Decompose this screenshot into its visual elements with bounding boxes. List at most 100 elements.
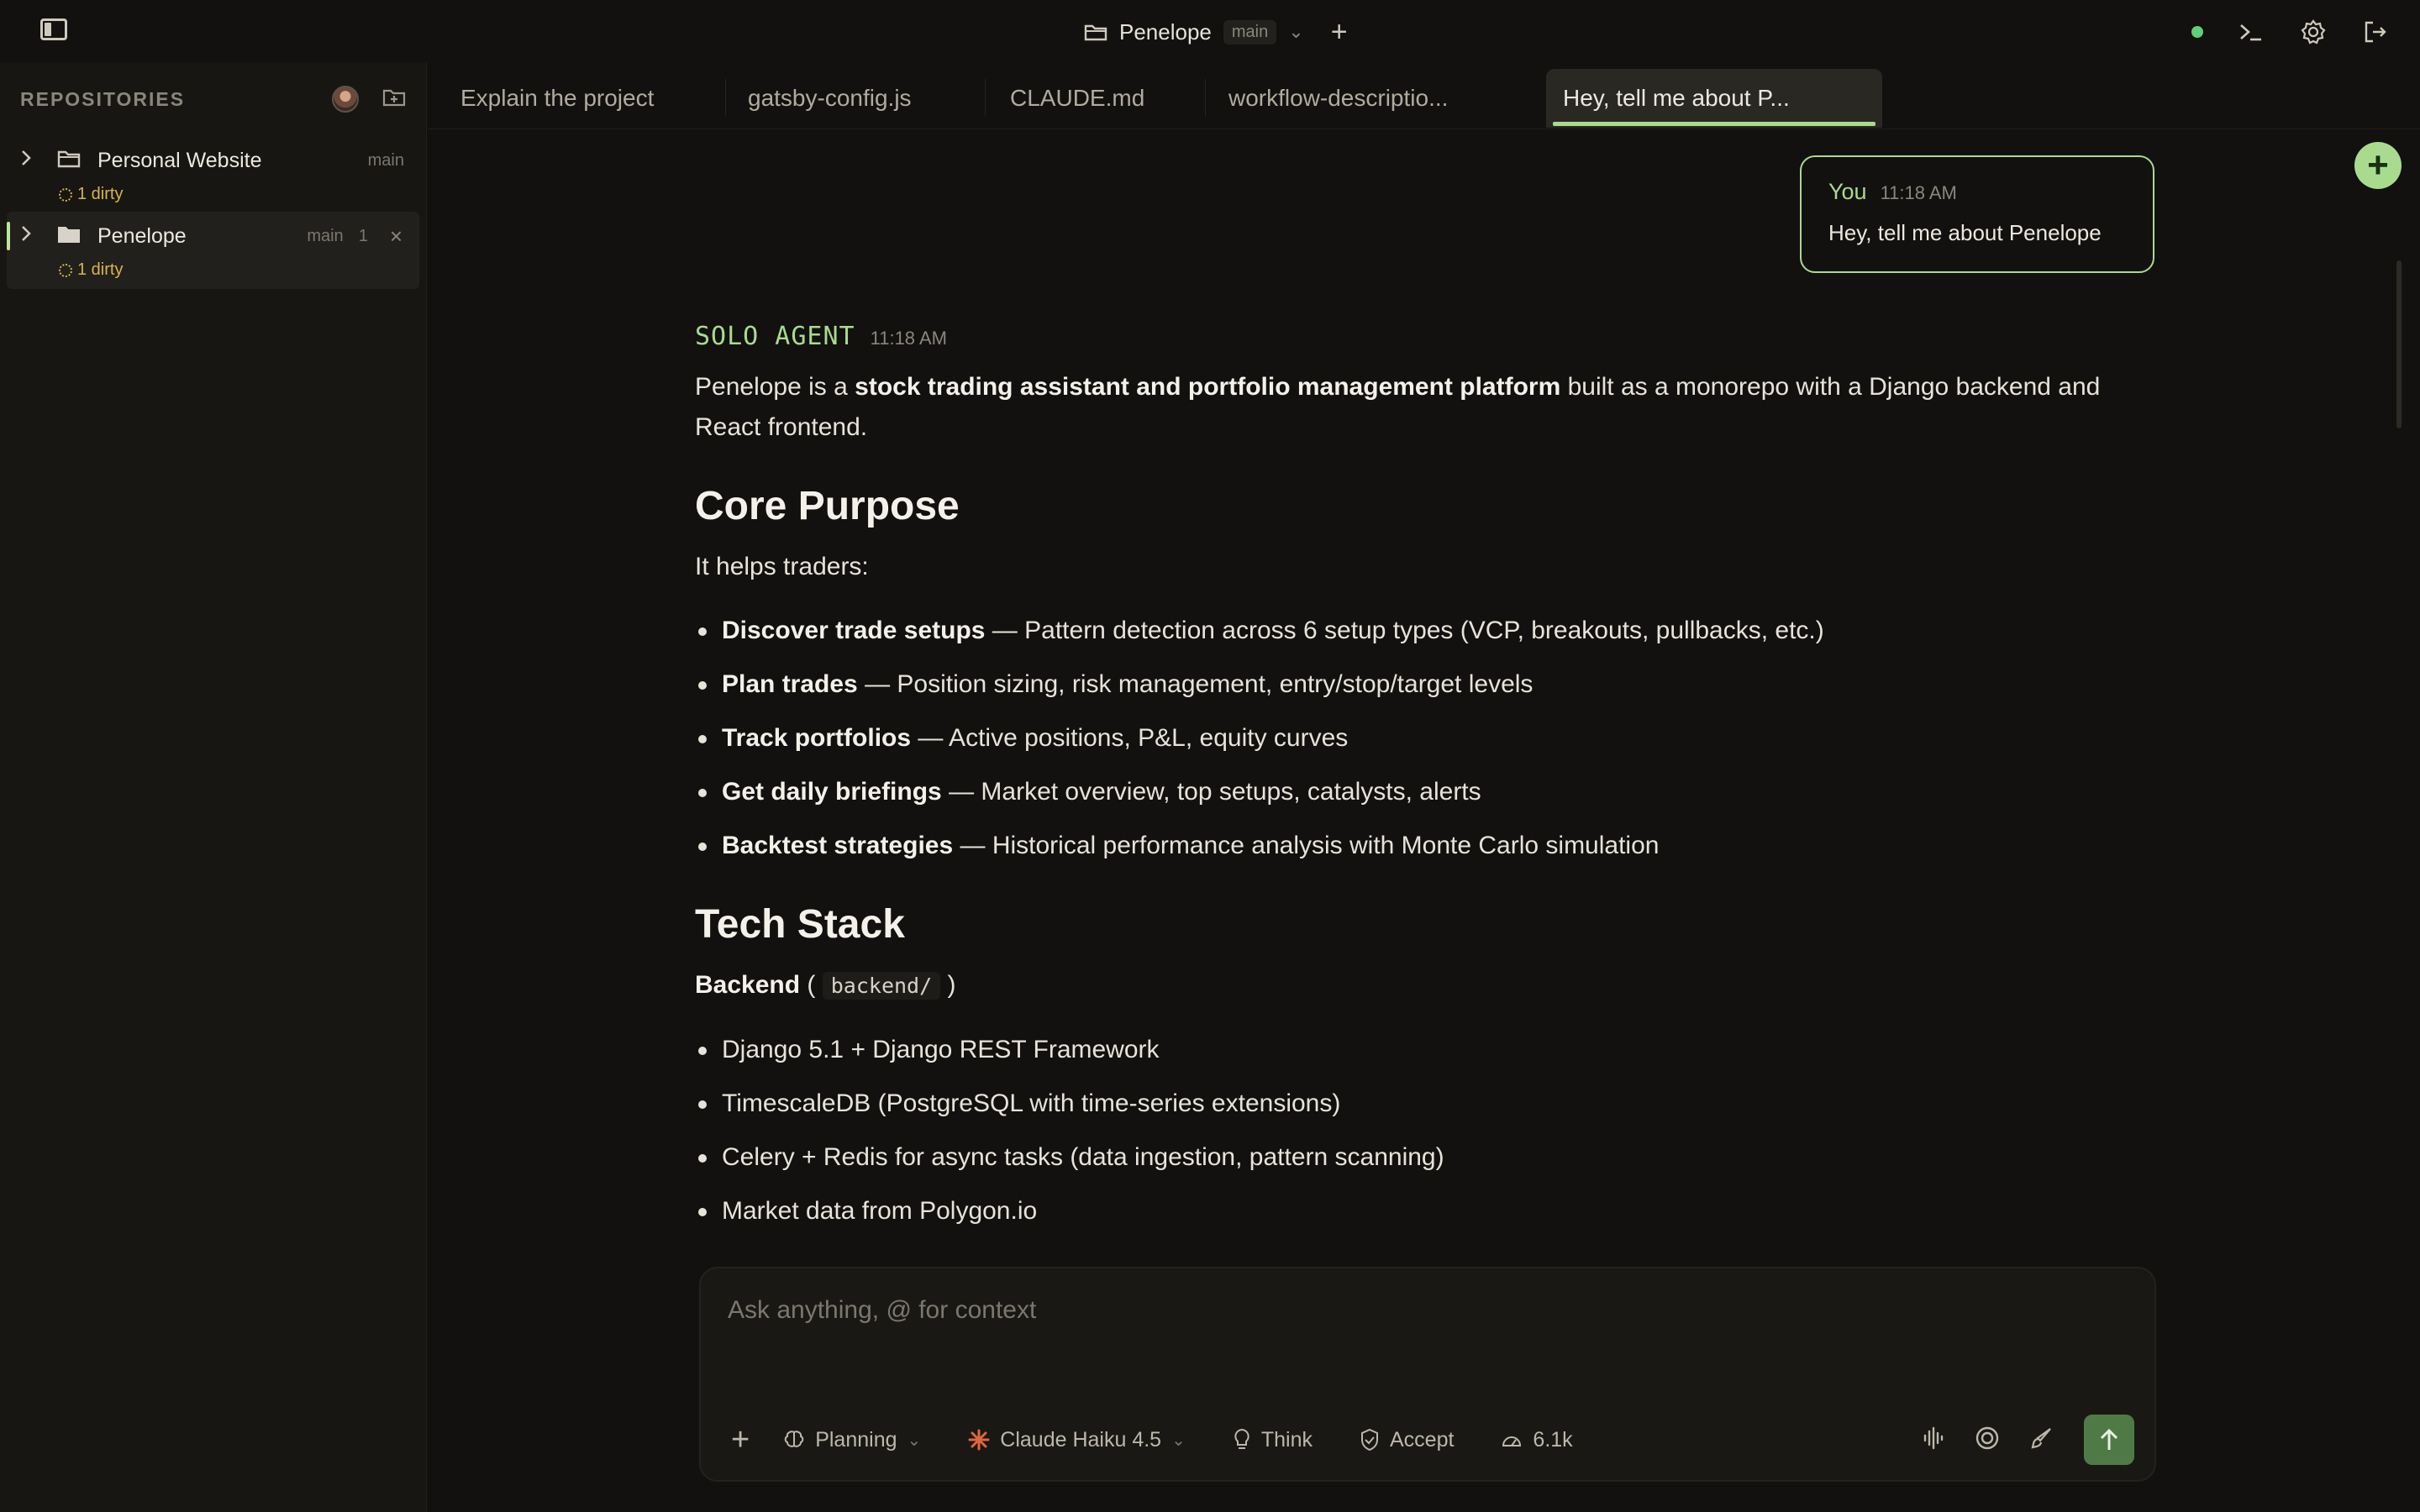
- add-project-button[interactable]: +: [1331, 16, 1348, 49]
- dirty-spinner-icon: [59, 187, 72, 202]
- item-bold: Backtest strategies: [722, 832, 954, 859]
- token-usage[interactable]: 6.1k: [1501, 1427, 1573, 1452]
- repo-dirty-status: 1 dirty: [59, 260, 123, 280]
- item-text: — Historical performance analysis with M…: [953, 832, 1660, 859]
- repositories-header: REPOSITORIES: [20, 84, 406, 114]
- backend-heading: Backend ( backend/ ): [695, 965, 2140, 1006]
- user-label: You: [1828, 179, 1867, 204]
- think-label: Think: [1260, 1427, 1313, 1452]
- repo-branch: main: [307, 226, 344, 245]
- gauge-icon: [1502, 1436, 1522, 1446]
- list-item: TimescaleDB (PostgreSQL with time-series…: [695, 1084, 2140, 1124]
- arrow-up-icon: [2100, 1428, 2118, 1450]
- repo-name: Penelope: [97, 223, 187, 248]
- brain-icon: [784, 1431, 804, 1447]
- folder-icon: [1084, 23, 1107, 41]
- mode-selector[interactable]: Planning ⌄: [783, 1428, 921, 1452]
- list-item: Backtest strategies — Historical perform…: [695, 826, 2140, 866]
- status-dot-icon: [2191, 26, 2203, 38]
- backend-label: Backend: [695, 971, 801, 999]
- terminal-icon[interactable]: [2237, 18, 2265, 46]
- intro-text: Penelope is a: [695, 373, 855, 401]
- item-text: — Position sizing, risk management, entr…: [857, 670, 1534, 698]
- chevron-right-icon[interactable]: [20, 149, 45, 172]
- tab-separator: [985, 79, 986, 116]
- chevron-right-icon[interactable]: [20, 224, 45, 248]
- item-bold: Get daily briefings: [722, 778, 942, 806]
- backend-list: Django 5.1 + Django REST Framework Times…: [695, 1030, 2140, 1231]
- gear-icon[interactable]: [2299, 18, 2328, 46]
- item-bold: Track portfolios: [722, 724, 912, 752]
- list-item: Track portfolios — Active positions, P&L…: [695, 718, 2140, 759]
- repo-item-penelope[interactable]: Penelope main 1 × 1 dirty: [7, 212, 419, 289]
- folder-icon: [57, 150, 81, 172]
- repo-item-personal-website[interactable]: Personal Website main 1 dirty: [7, 136, 419, 213]
- top-right-actions: [2191, 15, 2390, 49]
- core-lead: It helps traders:: [695, 553, 869, 580]
- tab-explain-the-project[interactable]: Explain the project: [444, 69, 687, 128]
- record-icon[interactable]: [1975, 1425, 2000, 1455]
- sidebar-toggle-icon[interactable]: [40, 18, 67, 40]
- model-label: Claude Haiku 4.5: [1000, 1427, 1162, 1452]
- repo-name: Personal Website: [97, 148, 262, 172]
- new-chat-button[interactable]: +: [2354, 142, 2402, 189]
- branch-badge: main: [1223, 19, 1277, 45]
- list-item: Django 5.1 + Django REST Framework: [695, 1030, 2140, 1070]
- list-item: Get daily briefings — Market overview, t…: [695, 772, 2140, 812]
- send-button[interactable]: [2084, 1415, 2134, 1465]
- heading-core-purpose: Core Purpose: [695, 484, 960, 528]
- think-toggle[interactable]: Think: [1233, 1428, 1313, 1452]
- add-folder-icon[interactable]: [382, 87, 406, 112]
- item-bold: Plan trades: [722, 670, 858, 698]
- paren-open: (: [800, 971, 823, 999]
- tab-gatsby-config[interactable]: gatsby-config.js: [731, 69, 966, 128]
- tab-claude-md[interactable]: CLAUDE.md: [993, 69, 1195, 128]
- user-message-text: Hey, tell me about Penelope: [1828, 220, 2102, 245]
- chat-input[interactable]: [728, 1290, 2072, 1331]
- scrollbar[interactable]: [2396, 260, 2402, 428]
- avatar[interactable]: [332, 86, 359, 113]
- folder-filled-icon: [57, 225, 81, 248]
- close-icon[interactable]: ×: [390, 223, 402, 249]
- list-item: Celery + Redis for async tasks (data ing…: [695, 1137, 2140, 1178]
- accept-toggle[interactable]: Accept: [1360, 1428, 1454, 1452]
- item-text: — Active positions, P&L, equity curves: [911, 724, 1349, 752]
- backend-path-code: backend/: [822, 972, 941, 1000]
- item-text: — Market overview, top setups, catalysts…: [941, 778, 1481, 806]
- mode-label: Planning: [815, 1427, 897, 1452]
- dirty-label: 1 dirty: [77, 185, 124, 203]
- agent-time: 11:18 AM: [870, 328, 947, 349]
- core-list: Discover trade setups — Pattern detectio…: [695, 611, 2140, 866]
- shield-check-icon: [1360, 1428, 1378, 1452]
- claude-starburst-icon: [968, 1429, 990, 1451]
- item-bold: Discover trade setups: [722, 617, 986, 644]
- dirty-label: 1 dirty: [77, 260, 124, 279]
- intro-paragraph: Penelope is a stock trading assistant an…: [695, 367, 2140, 448]
- item-text: — Pattern detection across 6 setup types…: [985, 617, 1824, 644]
- brush-icon[interactable]: [2030, 1426, 2054, 1454]
- tab-hey-tell-me-about-penelope[interactable]: Hey, tell me about P...: [1546, 69, 1882, 128]
- chevron-down-icon[interactable]: ⌄: [1288, 21, 1303, 43]
- composer-right-actions: [1923, 1415, 2134, 1465]
- model-selector[interactable]: Claude Haiku 4.5 ⌄: [968, 1428, 1186, 1452]
- agent-label: SOLO AGENT: [695, 322, 855, 351]
- repo-branch: main: [367, 150, 404, 170]
- project-name: Penelope: [1119, 18, 1212, 45]
- chat-area: + You 11:18 AM Hey, tell me about Penelo…: [429, 130, 2403, 1260]
- paren-close: ): [940, 971, 956, 999]
- logout-icon[interactable]: [2361, 18, 2390, 46]
- list-item: Discover trade setups — Pattern detectio…: [695, 611, 2140, 651]
- heading-tech-stack: Tech Stack: [695, 902, 905, 947]
- scroll-fade: [429, 1226, 2403, 1260]
- user-message: You 11:18 AM Hey, tell me about Penelope: [1800, 155, 2154, 273]
- project-switcher[interactable]: Penelope main ⌄ +: [1084, 15, 1348, 49]
- tab-workflow-description[interactable]: workflow-descriptio...: [1212, 69, 1472, 128]
- sidebar: REPOSITORIES Personal Website main 1 dir…: [0, 62, 427, 1512]
- token-count: 6.1k: [1533, 1427, 1573, 1452]
- top-bar: Penelope main ⌄ +: [0, 0, 2420, 62]
- agent-response: Penelope is a stock trading assistant an…: [695, 367, 2140, 1245]
- tab-bar: Explain the project gatsby-config.js CLA…: [429, 62, 2420, 129]
- chevron-down-icon: ⌄: [907, 1431, 922, 1450]
- attach-plus-button[interactable]: +: [731, 1422, 750, 1458]
- voice-waveform-icon[interactable]: [1923, 1426, 1944, 1454]
